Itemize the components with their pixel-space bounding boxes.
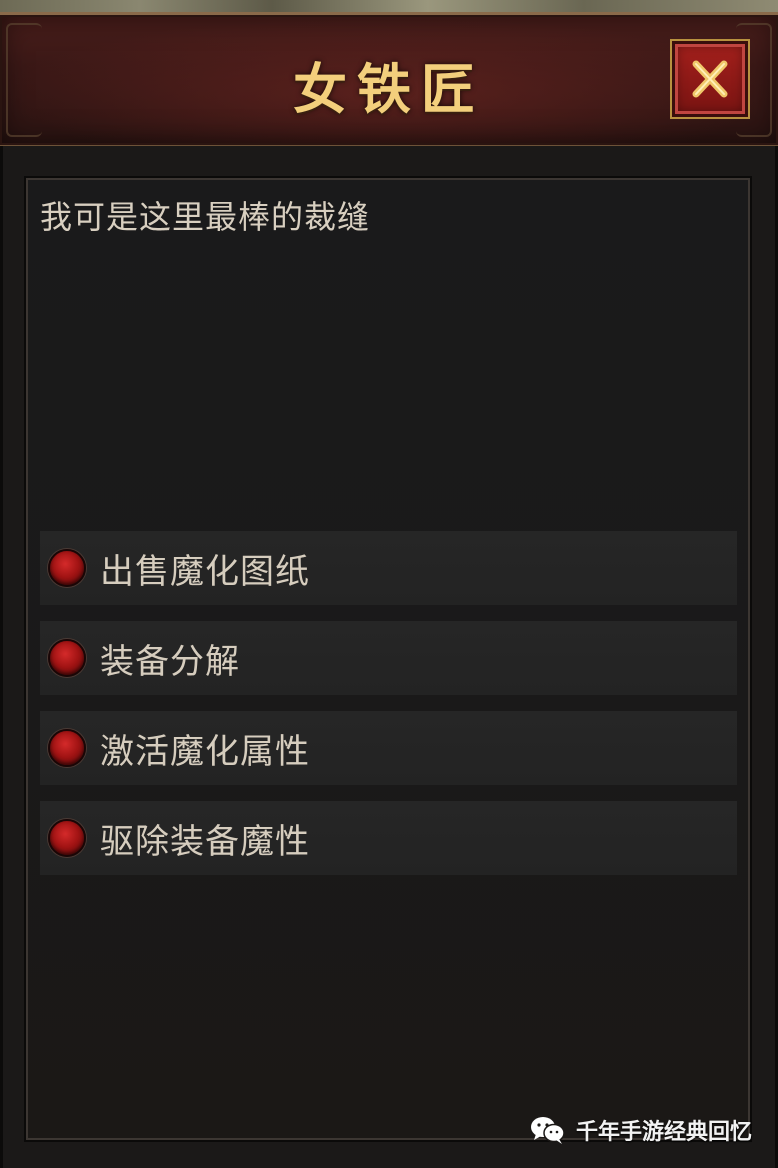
red-orb-bullet-icon: [48, 819, 86, 857]
watermark: 千年手游经典回忆: [530, 1114, 752, 1146]
red-orb-bullet-icon: [48, 639, 86, 677]
red-orb-bullet-icon: [48, 549, 86, 587]
option-remove-equipment-enchant[interactable]: 驱除装备魔性: [40, 801, 737, 875]
option-sell-enchant-blueprint[interactable]: 出售魔化图纸: [40, 531, 737, 605]
option-activate-enchant-attribute[interactable]: 激活魔化属性: [40, 711, 737, 785]
dialog-options-list: 出售魔化图纸 装备分解 激活魔化属性 驱除装备魔性: [40, 531, 737, 891]
watermark-text: 千年手游经典回忆: [575, 1120, 752, 1145]
npc-greeting-text: 我可是这里最棒的裁缝: [40, 198, 371, 236]
close-button[interactable]: [670, 39, 750, 119]
option-label: 激活魔化属性: [100, 731, 310, 772]
npc-dialog-screen: 女铁匠 我可是这里最棒的裁缝 出售魔化图纸 装备分解 激活魔化属性 驱除装备魔性…: [0, 0, 778, 1168]
option-label: 驱除装备魔性: [100, 821, 310, 862]
dialog-titlebar: 女铁匠: [0, 12, 778, 149]
wechat-icon: [530, 1117, 565, 1144]
background-scenery: [0, 0, 778, 12]
option-equipment-dismantle[interactable]: 装备分解: [40, 621, 737, 695]
option-label: 出售魔化图纸: [100, 551, 310, 592]
close-x-icon: [692, 60, 728, 98]
dialog-title: 女铁匠: [293, 57, 485, 121]
red-orb-bullet-icon: [48, 729, 86, 767]
option-label: 装备分解: [100, 641, 240, 682]
